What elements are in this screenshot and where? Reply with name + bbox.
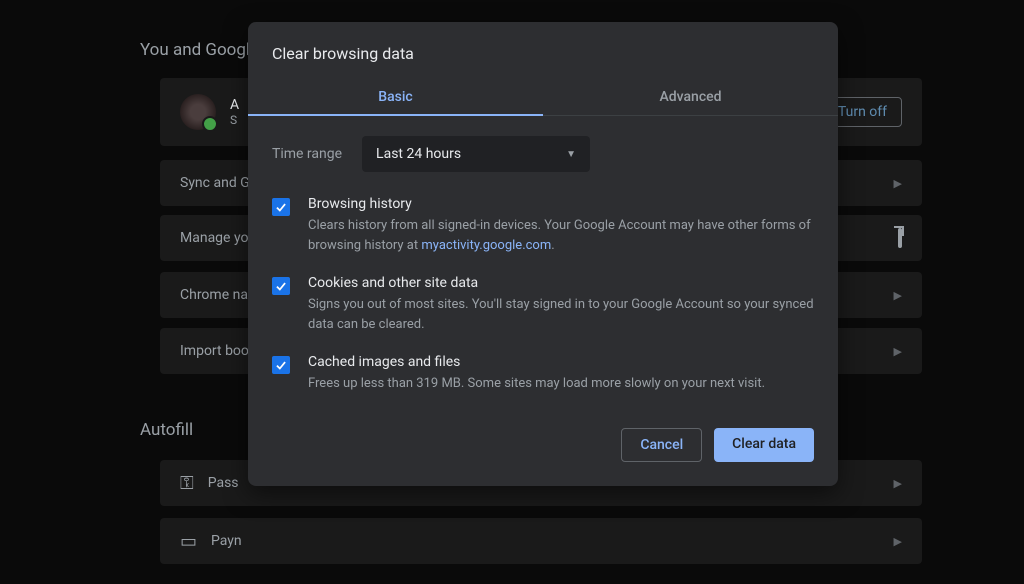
avatar	[180, 94, 216, 130]
card-icon: ▭	[180, 531, 197, 552]
chevron-right-icon: ▶	[894, 535, 902, 548]
clear-data-button[interactable]: Clear data	[714, 428, 814, 462]
checkbox-cookies[interactable]	[272, 277, 290, 295]
section-you-and-google: You and Google	[140, 40, 259, 60]
option-desc: Signs you out of most sites. You'll stay…	[308, 295, 814, 334]
option-cookies: Cookies and other site data Signs you ou…	[248, 265, 838, 344]
chevron-right-icon: ▶	[894, 477, 902, 490]
time-range-select[interactable]: Last 24 hours ▼	[362, 136, 590, 172]
checkbox-browsing-history[interactable]	[272, 198, 290, 216]
tab-basic[interactable]: Basic	[248, 79, 543, 115]
clear-browsing-data-dialog: Clear browsing data Basic Advanced Time …	[248, 22, 838, 486]
payment-row[interactable]: ▭ Payn ▶	[160, 518, 922, 564]
tab-advanced[interactable]: Advanced	[543, 79, 838, 115]
account-line2: S	[230, 113, 239, 127]
section-autofill: Autofill	[140, 420, 193, 440]
chevron-down-icon: ▼	[566, 149, 576, 160]
option-cache: Cached images and files Frees up less th…	[248, 344, 838, 404]
option-title: Cached images and files	[308, 354, 814, 370]
chevron-right-icon: ▶	[894, 289, 902, 302]
option-title: Browsing history	[308, 196, 814, 212]
key-icon: ⚿	[180, 473, 194, 494]
option-desc: Frees up less than 319 MB. Some sites ma…	[308, 374, 814, 394]
dialog-tabs: Basic Advanced	[248, 79, 838, 116]
cancel-button[interactable]: Cancel	[621, 428, 702, 462]
option-browsing-history: Browsing history Clears history from all…	[248, 186, 838, 265]
option-desc: Clears history from all signed-in device…	[308, 216, 814, 255]
option-title: Cookies and other site data	[308, 275, 814, 291]
account-line1: A	[230, 97, 239, 113]
checkbox-cache[interactable]	[272, 356, 290, 374]
dialog-title: Clear browsing data	[248, 22, 838, 79]
time-range-label: Time range	[272, 146, 342, 162]
chevron-right-icon: ▶	[894, 345, 902, 358]
myactivity-link[interactable]: myactivity.google.com	[421, 238, 551, 253]
chevron-right-icon: ▶	[894, 177, 902, 190]
external-link-icon	[898, 230, 902, 246]
time-range-value: Last 24 hours	[376, 146, 461, 162]
